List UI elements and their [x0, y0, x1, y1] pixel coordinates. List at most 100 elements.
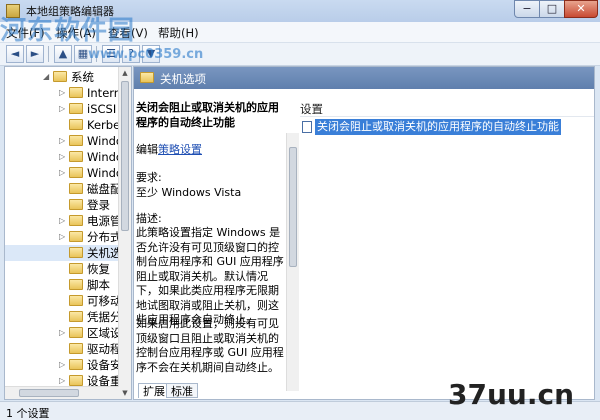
view-tabs: 扩展 标准 — [136, 381, 436, 399]
watermark-url: www.pc0359.cn — [88, 47, 204, 62]
tree-collapsed-arrow-icon[interactable]: ▷ — [59, 325, 69, 341]
tree-item[interactable]: ▷ Windo — [5, 133, 123, 149]
header-divider — [300, 116, 594, 117]
tree-item[interactable]: ▷ 电源管 — [5, 213, 122, 229]
details-pane: 关机选项 关闭会阻止或取消关机的应用程序的自动终止功能 编辑策略设置 要求: 至… — [133, 66, 595, 400]
tree-collapsed-arrow-icon[interactable]: ▷ — [59, 149, 69, 165]
policy-tree: ◢ 系统 ▷ Interne ▷ iSCSI Kerbe ▷ Windo ▷ W… — [4, 66, 132, 400]
tree-item[interactable]: 可移动 — [5, 293, 122, 309]
settings-column-header[interactable]: 设置 — [300, 101, 323, 117]
description-label: 描述: — [136, 212, 162, 225]
tree-item[interactable]: 恢复 — [5, 261, 121, 277]
folder-icon — [69, 135, 83, 146]
tab-standard[interactable]: 标准 — [166, 383, 198, 398]
tree-item[interactable]: 登录 — [5, 197, 121, 213]
tree-item-label: iSCSI — [87, 102, 117, 116]
description-scrollbar[interactable] — [286, 133, 299, 391]
folder-icon — [69, 375, 83, 386]
details-header: 关机选项 — [134, 67, 594, 89]
folder-icon — [69, 359, 83, 370]
folder-icon — [69, 119, 83, 130]
requirements-label: 要求: — [136, 171, 162, 184]
policy-title: 关闭会阻止或取消关机的应用程序的自动终止功能 — [136, 101, 279, 129]
tree-item[interactable]: 脚本 — [5, 277, 121, 293]
tree-item[interactable]: ▷ 区域设 — [5, 325, 122, 341]
setting-row[interactable]: 关闭会阻止或取消关机的应用程序的自动终止功能 — [302, 119, 592, 135]
tree-item-label: 凭据分 — [87, 310, 122, 324]
tree-item[interactable]: ▷ Interne — [5, 85, 128, 101]
tree-item-label: 恢复 — [87, 262, 110, 276]
folder-icon — [69, 199, 83, 210]
tree-collapsed-arrow-icon[interactable]: ▷ — [59, 85, 69, 101]
tree-item-label: 可移动 — [87, 294, 122, 308]
tree-item[interactable]: 凭据分 — [5, 309, 122, 325]
edit-prefix: 编辑 — [136, 143, 158, 156]
folder-icon — [69, 263, 83, 274]
tree-item[interactable]: ▷ 分布式 — [5, 229, 122, 245]
watermark-top: 河东软件园 — [0, 16, 136, 46]
policy-setting-icon — [302, 121, 312, 133]
tree-item-label: 电源管 — [87, 214, 122, 228]
up-level-icon[interactable]: ▲ — [54, 45, 72, 63]
tree-item-label: 分布式 — [87, 230, 122, 244]
tree-collapsed-arrow-icon[interactable]: ▷ — [59, 165, 69, 181]
tree-item-label: 设备安 — [87, 358, 122, 372]
back-arrow-icon[interactable]: ◄ — [6, 45, 24, 63]
folder-icon — [140, 72, 154, 83]
tree-item-label: 区域设 — [87, 326, 122, 340]
menu-help[interactable]: 帮助(H) — [158, 25, 199, 41]
tree-horizontal-scrollbar[interactable] — [5, 386, 119, 399]
folder-icon — [53, 71, 67, 82]
scrollbar-thumb[interactable] — [289, 147, 297, 267]
watermark-bottom: 37uu.cn — [448, 378, 574, 411]
folder-icon — [69, 295, 83, 306]
tree-item-shutdown-options[interactable]: 关机选 — [5, 245, 122, 261]
tree-item-label: 系统 — [71, 70, 94, 84]
edit-line: 编辑策略设置 — [136, 143, 202, 158]
gpedit-window: 本地组策略编辑器 − □ ✕ 文件(F) 操作(A) 查看(V) 帮助(H) ◄… — [0, 0, 600, 420]
tree-item-label: 脚本 — [87, 278, 110, 292]
tree-item[interactable]: 驱动程 — [5, 341, 122, 357]
maximize-button[interactable]: □ — [539, 0, 565, 18]
tree-item-label: Kerbe — [87, 118, 121, 132]
tree-item[interactable]: Kerbe — [5, 117, 121, 133]
policy-description: 关闭会阻止或取消关机的应用程序的自动终止功能 编辑策略设置 要求: 至少 Win… — [136, 101, 286, 383]
tree-item[interactable]: ▷ Windo — [5, 165, 123, 181]
scrollbar-thumb[interactable] — [19, 389, 79, 397]
status-text: 1 个设置 — [6, 407, 50, 420]
folder-icon — [69, 103, 83, 114]
folder-icon — [69, 151, 83, 162]
tree-item[interactable]: ▷ 设备安 — [5, 357, 122, 373]
scroll-up-arrow-icon[interactable]: ▲ — [119, 67, 131, 79]
edit-policy-link[interactable]: 策略设置 — [158, 143, 202, 156]
toolbar-separator — [48, 46, 49, 62]
tree-item-label: 登录 — [87, 198, 110, 212]
folder-icon — [69, 247, 83, 258]
forward-arrow-icon[interactable]: ► — [26, 45, 44, 63]
tree-item-label: 关机选 — [87, 246, 122, 260]
folder-icon — [69, 279, 83, 290]
description-text-1: 此策略设置指定 Windows 是否允许没有可见顶级窗口的控制台应用程序和 GU… — [136, 226, 284, 326]
tree-collapsed-arrow-icon[interactable]: ▷ — [59, 213, 69, 229]
requirements-value: 至少 Windows Vista — [136, 186, 242, 199]
tree-expanded-arrow-icon[interactable]: ◢ — [43, 69, 53, 85]
scrollbar-thumb[interactable] — [121, 81, 129, 231]
tree-collapsed-arrow-icon[interactable]: ▷ — [59, 229, 69, 245]
tree-item[interactable]: 磁盘配 — [5, 181, 122, 197]
tree-item-label: 磁盘配 — [87, 182, 122, 196]
tree-item[interactable]: ▷ iSCSI — [5, 101, 121, 117]
folder-icon — [69, 87, 83, 98]
tree-collapsed-arrow-icon[interactable]: ▷ — [59, 357, 69, 373]
tree-collapsed-arrow-icon[interactable]: ▷ — [59, 101, 69, 117]
folder-icon — [69, 327, 83, 338]
folder-icon — [69, 183, 83, 194]
tree-item-system[interactable]: ◢ 系统 — [5, 69, 121, 85]
minimize-button[interactable]: − — [514, 0, 540, 18]
tree-vertical-scrollbar[interactable]: ▲ ▼ — [118, 67, 131, 399]
folder-icon — [69, 231, 83, 242]
tree-item[interactable]: ▷ Windo — [5, 149, 123, 165]
folder-icon — [69, 215, 83, 226]
close-button[interactable]: ✕ — [564, 0, 598, 18]
tree-collapsed-arrow-icon[interactable]: ▷ — [59, 133, 69, 149]
scroll-down-arrow-icon[interactable]: ▼ — [119, 387, 131, 399]
